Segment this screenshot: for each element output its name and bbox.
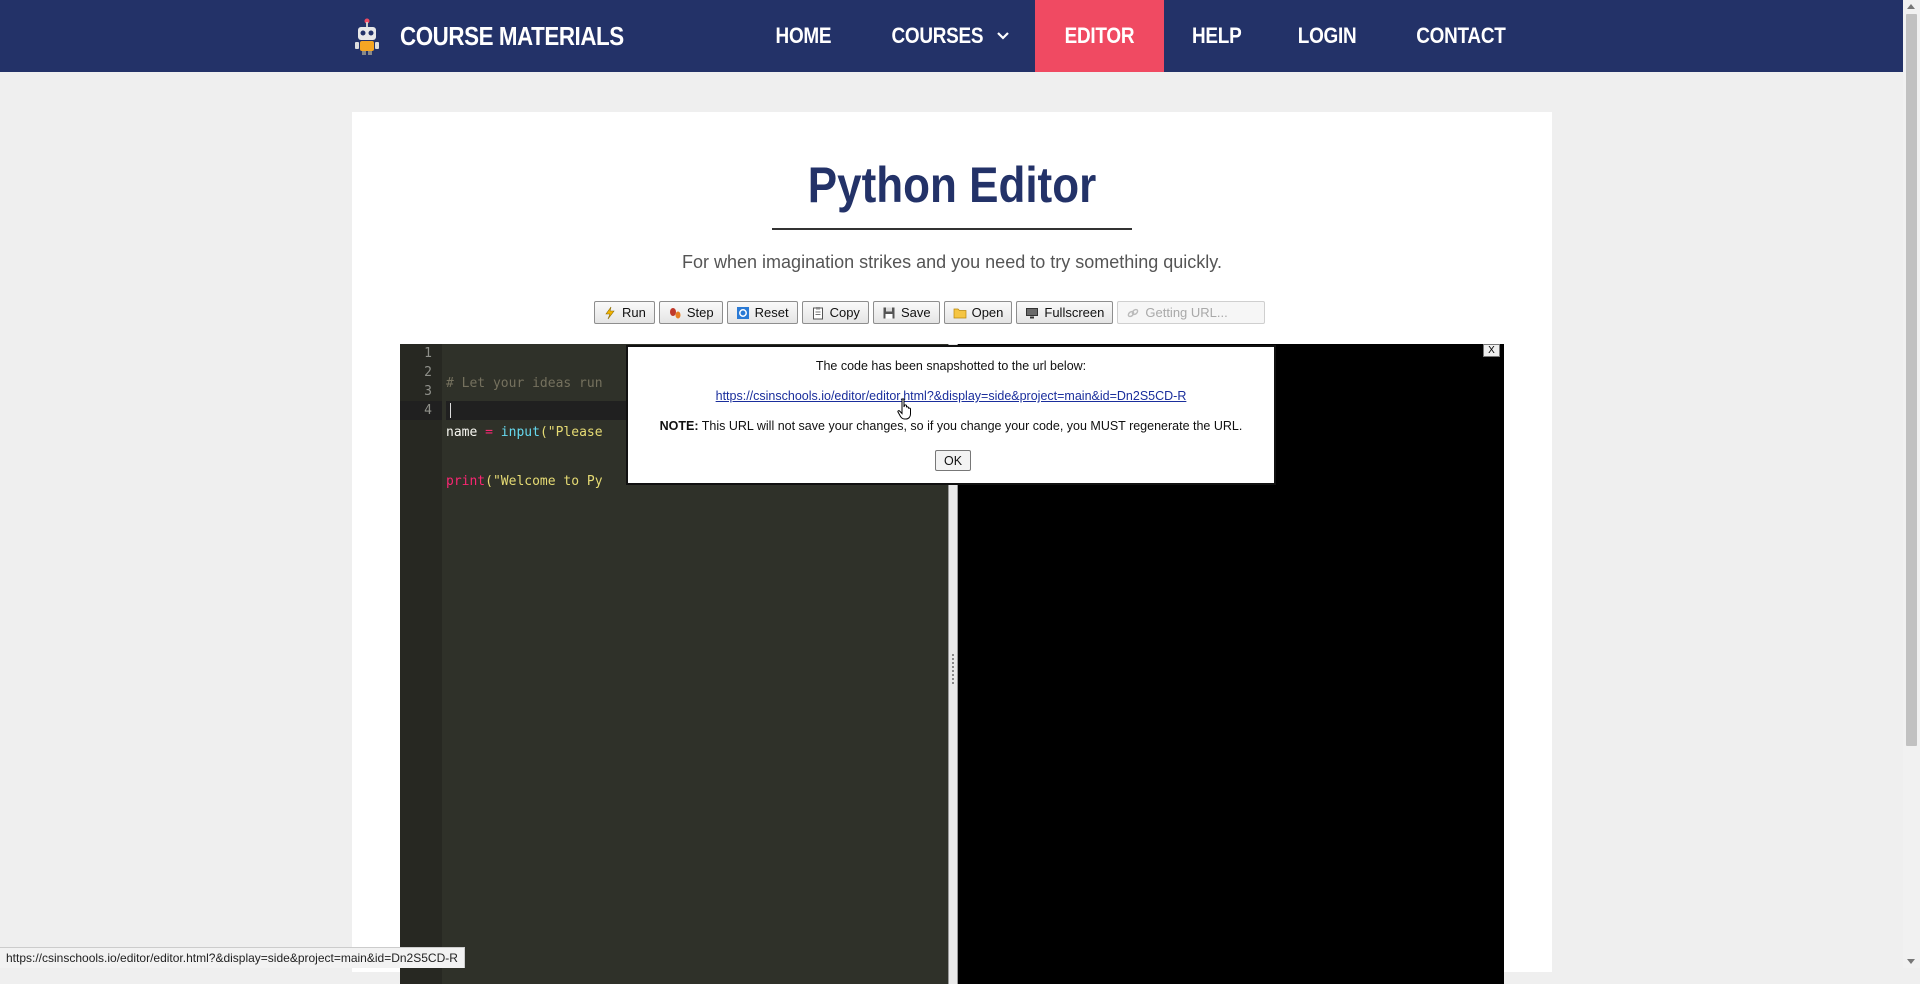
refresh-icon xyxy=(736,306,749,319)
dialog-message: The code has been snapshotted to the url… xyxy=(815,359,1087,373)
text-caret xyxy=(450,403,451,418)
save-button[interactable]: Save xyxy=(872,301,940,324)
main-card: Python Editor For when imagination strik… xyxy=(352,112,1552,984)
snapshot-url-dialog: The code has been snapshotted to the url… xyxy=(626,345,1276,485)
step-button[interactable]: Step xyxy=(658,301,723,324)
open-button[interactable]: Open xyxy=(943,301,1013,324)
copy-button[interactable]: Copy xyxy=(801,301,869,324)
brand[interactable]: COURSE MATERIALS xyxy=(352,0,660,72)
page-title: Python Editor xyxy=(807,157,1097,213)
page-scrollbar[interactable] xyxy=(1903,0,1920,968)
nav-contact[interactable]: CONTACT xyxy=(1385,0,1537,72)
ok-button[interactable]: OK xyxy=(935,450,971,471)
clipboard-icon xyxy=(812,306,823,319)
nav-help[interactable]: HELP xyxy=(1164,0,1269,72)
floppy-disk-icon xyxy=(883,307,895,318)
scroll-down-icon[interactable] xyxy=(1907,959,1915,964)
drag-grip-icon xyxy=(952,654,954,684)
browser-status-bar: https://csinschools.io/editor/editor.htm… xyxy=(0,947,465,968)
get-url-button[interactable]: Getting URL... xyxy=(1117,301,1266,324)
line-number: 2 xyxy=(424,365,432,380)
line-number: 4 xyxy=(400,401,442,420)
top-navbar: COURSE MATERIALS HOME COURSES EDITOR HEL… xyxy=(0,0,1903,72)
nav-home[interactable]: HOME xyxy=(747,0,860,72)
hand-pointer-icon xyxy=(897,398,911,420)
title-divider xyxy=(772,228,1132,230)
page-subtitle: For when imagination strikes and you nee… xyxy=(682,252,1222,272)
line-number: 1 xyxy=(424,346,432,361)
brand-name: COURSE MATERIALS xyxy=(400,20,624,51)
nav-editor[interactable]: EDITOR xyxy=(1034,0,1164,72)
lightning-icon xyxy=(605,306,615,319)
scroll-up-icon[interactable] xyxy=(1907,4,1915,9)
scrollbar-thumb[interactable] xyxy=(1906,14,1917,746)
robot-logo-icon xyxy=(352,17,382,55)
editor-toolbar: Run Step Reset Copy Save Open Fullscreen xyxy=(594,301,1266,324)
dialog-note: NOTE: This URL will not save your change… xyxy=(659,419,1243,433)
line-number: 3 xyxy=(424,384,432,399)
nav-courses[interactable]: COURSES xyxy=(860,0,1035,72)
line-number-gutter: 1 2 3 4 xyxy=(400,344,442,984)
nav-login[interactable]: LOGIN xyxy=(1269,0,1385,72)
chevron-down-icon xyxy=(996,32,1009,40)
snapshot-url-link[interactable]: https://csinschools.io/editor/editor.htm… xyxy=(628,389,1274,403)
monitor-icon xyxy=(1026,307,1039,318)
folder-icon xyxy=(953,308,966,318)
fullscreen-button[interactable]: Fullscreen xyxy=(1016,301,1114,324)
run-button[interactable]: Run xyxy=(594,301,655,324)
link-icon xyxy=(1128,308,1139,317)
reset-button[interactable]: Reset xyxy=(726,301,798,324)
nav-menu: HOME COURSES EDITOR HELP LOGIN CONTACT xyxy=(747,0,1537,72)
footprints-icon xyxy=(669,307,681,318)
close-output-button[interactable]: X xyxy=(1483,344,1500,357)
